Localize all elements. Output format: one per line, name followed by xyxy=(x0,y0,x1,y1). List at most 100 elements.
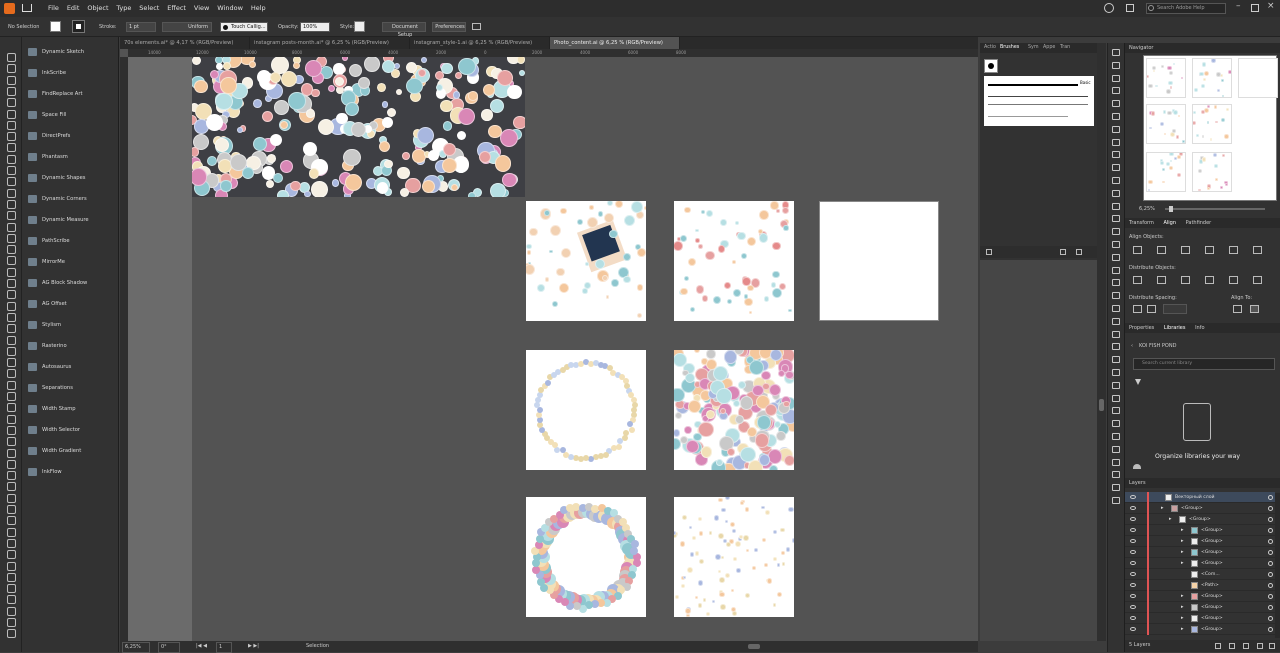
visibility-eye-icon[interactable] xyxy=(1130,528,1136,532)
artboard-blank[interactable] xyxy=(819,201,939,321)
brush-libraries-icon[interactable] xyxy=(986,249,992,255)
tool-icon[interactable] xyxy=(7,86,16,96)
search-input[interactable]: Search Adobe Help xyxy=(1146,3,1226,14)
tool-icon[interactable] xyxy=(7,572,16,582)
target-circle-icon[interactable] xyxy=(1268,495,1273,500)
tool-icon[interactable] xyxy=(7,482,16,492)
tool-icon[interactable] xyxy=(7,584,16,594)
first-artboard-button[interactable]: |◀ ◀ xyxy=(196,641,207,652)
layer-row[interactable]: ▸ <Group> xyxy=(1125,591,1275,602)
layer-row[interactable]: ▸ <Group> xyxy=(1125,547,1275,558)
layer-row[interactable]: ▸ <Group> xyxy=(1125,536,1275,547)
target-circle-icon[interactable] xyxy=(1268,561,1273,566)
visibility-eye-icon[interactable] xyxy=(1130,517,1136,521)
tool-icon[interactable] xyxy=(7,245,16,255)
tab-transform[interactable]: Transform xyxy=(1129,220,1154,226)
target-circle-icon[interactable] xyxy=(1268,616,1273,621)
plugin-item[interactable]: Autosaurus xyxy=(26,360,116,374)
panel-icon[interactable] xyxy=(1112,266,1120,274)
tool-icon[interactable] xyxy=(7,301,16,311)
target-circle-icon[interactable] xyxy=(1268,572,1273,577)
tool-icon[interactable] xyxy=(7,403,16,413)
plugin-item[interactable]: Separations xyxy=(26,381,116,395)
align-icon[interactable] xyxy=(1181,246,1190,254)
tab-appearance[interactable]: Appe xyxy=(1043,43,1055,52)
minimize-button[interactable]: – xyxy=(1236,1,1241,11)
artboard-light-pattern[interactable] xyxy=(674,201,794,321)
artboard-wreath-thin[interactable] xyxy=(526,350,646,470)
brush-thumb-round[interactable] xyxy=(984,59,998,73)
panel-icon[interactable] xyxy=(1112,125,1120,133)
expand-arrow-icon[interactable]: ▸ xyxy=(1181,536,1184,547)
layers-scrollbar[interactable] xyxy=(1275,493,1280,638)
plugin-item[interactable]: Dynamic Sketch xyxy=(26,45,116,59)
visibility-eye-icon[interactable] xyxy=(1130,561,1136,565)
stroke-weight-field[interactable]: 1 pt xyxy=(126,22,156,32)
brush-library-list[interactable]: Basic xyxy=(984,76,1094,126)
tool-icon[interactable] xyxy=(7,527,16,537)
distribute-spacing-icon[interactable] xyxy=(1133,305,1142,313)
plugin-item[interactable]: Stylism xyxy=(26,318,116,332)
layer-row[interactable]: ▸ <Group> xyxy=(1125,514,1275,525)
stroke-swatch[interactable] xyxy=(72,20,85,33)
target-circle-icon[interactable] xyxy=(1268,517,1273,522)
new-brush-icon[interactable] xyxy=(1060,249,1066,255)
plugin-item[interactable]: InkScribe xyxy=(26,66,116,80)
menu-effect[interactable]: Effect xyxy=(167,0,186,17)
visibility-eye-icon[interactable] xyxy=(1130,616,1136,620)
tool-icon[interactable] xyxy=(7,380,16,390)
panel-icon[interactable] xyxy=(1112,215,1120,223)
visibility-eye-icon[interactable] xyxy=(1130,506,1136,510)
tab-align[interactable]: Align xyxy=(1163,220,1176,226)
tool-icon[interactable] xyxy=(7,629,16,639)
panel-icon[interactable] xyxy=(1112,74,1120,82)
new-layer-icon[interactable] xyxy=(1257,643,1263,649)
tool-icon[interactable] xyxy=(7,177,16,187)
plugin-item[interactable]: Space Fill xyxy=(26,108,116,122)
visibility-eye-icon[interactable] xyxy=(1130,572,1136,576)
menu-select[interactable]: Select xyxy=(139,0,159,17)
target-circle-icon[interactable] xyxy=(1268,605,1273,610)
menu-help[interactable]: Help xyxy=(251,0,266,17)
panel-icon[interactable] xyxy=(1112,305,1120,312)
tab-symbols[interactable]: Sym xyxy=(1028,43,1039,52)
expand-arrow-icon[interactable]: ▸ xyxy=(1181,624,1184,635)
target-circle-icon[interactable] xyxy=(1268,539,1273,544)
tool-icon[interactable] xyxy=(7,256,16,266)
tool-icon[interactable] xyxy=(7,64,16,74)
expand-arrow-icon[interactable]: ▸ xyxy=(1181,525,1184,536)
navigator-preview[interactable] xyxy=(1143,55,1278,201)
tool-icon[interactable] xyxy=(7,425,16,435)
plugin-item[interactable]: Phantasm xyxy=(26,150,116,164)
tool-icon[interactable] xyxy=(7,606,16,616)
layers-list[interactable]: Векторный слой ▸ <Group> ▸ <Group> ▸ <Group> ▸ <… xyxy=(1125,492,1275,640)
artboard-wreath-thick[interactable] xyxy=(526,497,646,617)
artboard-number-field[interactable]: 1 xyxy=(216,642,232,653)
layer-row[interactable]: ▸ <Group> xyxy=(1125,613,1275,624)
panel-icon[interactable] xyxy=(1112,484,1120,492)
layer-row[interactable]: ▸ <Group> xyxy=(1125,602,1275,613)
tool-icon[interactable] xyxy=(7,505,16,514)
panel-icon[interactable] xyxy=(1112,49,1120,56)
tool-icon[interactable] xyxy=(7,459,16,469)
tool-icon[interactable] xyxy=(7,143,16,153)
panel-icon[interactable] xyxy=(1112,420,1120,428)
visibility-eye-icon[interactable] xyxy=(1130,627,1136,631)
panel-icon[interactable] xyxy=(1112,458,1120,466)
panel-icon[interactable] xyxy=(1112,497,1120,504)
maximize-button[interactable] xyxy=(1251,4,1259,12)
locate-object-icon[interactable] xyxy=(1215,643,1221,649)
menu-type[interactable]: Type xyxy=(116,0,131,17)
panel-icon[interactable] xyxy=(1112,445,1120,453)
tool-icon[interactable] xyxy=(7,561,16,571)
style-swatch[interactable] xyxy=(354,21,365,32)
menu-object[interactable]: Object xyxy=(87,0,108,17)
delete-layer-icon[interactable] xyxy=(1269,643,1275,649)
expand-arrow-icon[interactable]: ▸ xyxy=(1181,547,1184,558)
expand-arrow-icon[interactable]: ▸ xyxy=(1169,514,1172,525)
tool-icon[interactable] xyxy=(7,267,16,277)
panel-icon[interactable] xyxy=(1112,394,1120,402)
tab-brushes[interactable]: Brushes xyxy=(1000,43,1019,52)
tab-70s-elements[interactable]: 70s elements.ai* @ 4,17 % (RGB/Preview) xyxy=(120,37,250,49)
tab-instagram-style[interactable]: instagram_style-1.ai @ 6,25 % (RGB/Previ… xyxy=(410,37,550,49)
